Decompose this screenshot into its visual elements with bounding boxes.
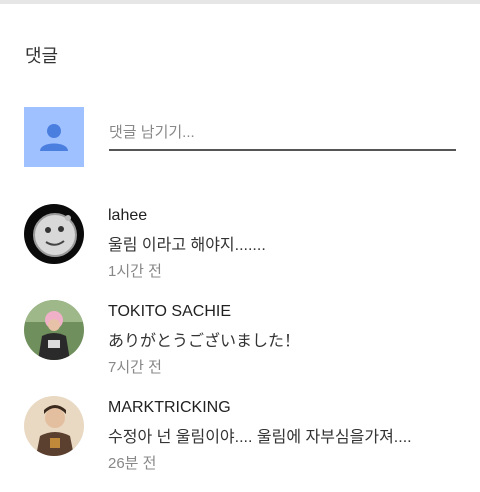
comment-timestamp: 1시간 전 bbox=[108, 263, 162, 280]
comment-item: MARKTRICKING 수정아 넌 울림이야.... 울림에 자부심을가져..… bbox=[24, 396, 464, 492]
comment-author[interactable]: TOKITO SACHIE bbox=[108, 302, 300, 322]
comment-list: lahee 울림 이라고 해야지....... 1시간 전 TOKITO SAC… bbox=[24, 204, 464, 492]
comment-item: lahee 울림 이라고 해야지....... 1시간 전 bbox=[24, 204, 464, 300]
comment-text: ありがとうございました！ bbox=[108, 333, 301, 350]
person-icon bbox=[40, 124, 68, 151]
avatar[interactable] bbox=[24, 204, 84, 264]
comments-title: 댓글 bbox=[25, 46, 59, 66]
comment-item: TOKITO SACHIE ありがとうございました！ 7시간 전 bbox=[24, 300, 464, 396]
comment-input[interactable] bbox=[109, 115, 456, 151]
avatar[interactable] bbox=[24, 300, 84, 360]
comment-timestamp: 26분 전 bbox=[108, 455, 157, 472]
comment-author[interactable]: MARKTRICKING bbox=[108, 398, 412, 418]
comment-author[interactable]: lahee bbox=[108, 206, 266, 226]
user-avatar bbox=[24, 107, 84, 167]
comment-text: 수정아 넌 울림이야.... 울림에 자부심을가져.... bbox=[108, 429, 412, 446]
comment-composer bbox=[24, 107, 456, 167]
top-divider bbox=[0, 0, 480, 4]
comment-timestamp: 7시간 전 bbox=[108, 359, 162, 376]
comment-text: 울림 이라고 해야지....... bbox=[108, 237, 266, 254]
avatar[interactable] bbox=[24, 396, 84, 456]
